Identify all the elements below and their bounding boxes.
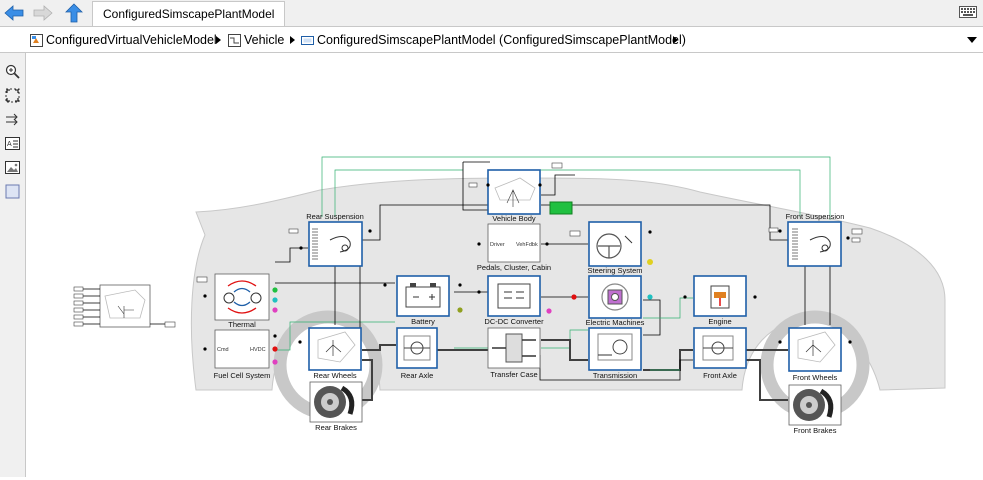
block-label: Electric Machines [586, 318, 645, 327]
block-label: Transmission [593, 371, 637, 380]
area-icon[interactable] [4, 183, 21, 200]
port-label: Cmd [217, 347, 229, 353]
forward-arrow-icon[interactable] [32, 2, 54, 24]
tab-model[interactable]: ConfiguredSimscapePlantModel [92, 1, 286, 26]
block-label: Fuel Cell System [214, 371, 271, 380]
input-subsystem-block[interactable] [73, 284, 176, 328]
breadcrumb-separator-icon [216, 36, 221, 44]
signal-arrows-icon[interactable] [4, 111, 21, 128]
port-label: Driver [490, 242, 505, 248]
model-reference-icon [301, 35, 314, 45]
model-icon [30, 33, 43, 47]
tool-palette: A [0, 53, 26, 477]
pedals-cluster-cabin-block[interactable]: Driver VehFdbk Pedals, Cluster, Cabin [477, 223, 551, 272]
block-diagram: Vehicle Body Rear Suspension Front Suspe… [73, 156, 946, 435]
block-label: Pedals, Cluster, Cabin [477, 263, 551, 272]
fit-to-view-icon[interactable] [4, 87, 21, 104]
up-arrow-icon[interactable] [63, 2, 85, 24]
breadcrumb: ConfiguredVirtualVehicleModel Vehicle Co… [0, 27, 983, 53]
top-toolbar: ConfiguredSimscapePlantModel [0, 0, 983, 27]
rear-brakes-block[interactable]: Rear Brakes [309, 381, 363, 432]
block-label: Front Wheels [793, 373, 838, 382]
block-label: Steering System [587, 266, 642, 275]
image-icon[interactable] [4, 159, 21, 176]
breadcrumb-separator-icon [673, 36, 678, 44]
svg-text:A: A [7, 141, 12, 148]
port-label: HVDC [250, 347, 266, 353]
block-label: Front Axle [703, 371, 737, 380]
block-label: Rear Suspension [306, 212, 364, 221]
block-label: Vehicle Body [492, 214, 536, 223]
breadcrumb-label: ConfiguredVirtualVehicleModel [46, 33, 217, 47]
breadcrumb-item-plant-model[interactable]: ConfiguredSimscapePlantModel (Configured… [301, 31, 686, 49]
block-label: Engine [708, 317, 731, 326]
rear-axle-block[interactable]: Rear Axle [396, 327, 438, 380]
tab-label: ConfiguredSimscapePlantModel [103, 7, 275, 21]
block-label: Rear Brakes [315, 423, 357, 432]
annotation-icon[interactable]: A [4, 135, 21, 152]
block-label: Front Suspension [786, 212, 845, 221]
transmission-block[interactable]: Transmission [588, 327, 642, 380]
zoom-in-icon[interactable] [4, 63, 21, 80]
front-brakes-block[interactable]: Front Brakes [788, 384, 842, 435]
block-label: DC-DC Converter [484, 317, 544, 326]
subsystem-icon [228, 33, 241, 47]
block-label: Transfer Case [490, 370, 537, 379]
block-label: Rear Axle [401, 371, 434, 380]
block-label: Front Brakes [794, 426, 837, 435]
keyboard-icon[interactable] [959, 6, 977, 21]
block-label: Rear Wheels [313, 371, 357, 380]
model-canvas[interactable]: Vehicle Body Rear Suspension Front Suspe… [26, 53, 983, 477]
breadcrumb-item-vehicle[interactable]: Vehicle [228, 31, 284, 49]
breadcrumb-label: Vehicle [244, 33, 285, 47]
status-indicator [549, 201, 573, 215]
transfer-case-block[interactable]: Transfer Case [487, 327, 541, 379]
block-label: Battery [411, 317, 435, 326]
breadcrumb-dropdown-icon[interactable] [967, 37, 977, 43]
port-label: VehFdbk [516, 242, 538, 248]
breadcrumb-separator-icon [290, 36, 295, 44]
back-arrow-icon[interactable] [3, 2, 25, 24]
dcdc-converter-block[interactable]: DC-DC Converter [477, 275, 552, 326]
breadcrumb-item-virtual-vehicle-model[interactable]: ConfiguredVirtualVehicleModel [30, 31, 217, 49]
breadcrumb-label: ConfiguredSimscapePlantModel (Configured… [317, 33, 686, 47]
